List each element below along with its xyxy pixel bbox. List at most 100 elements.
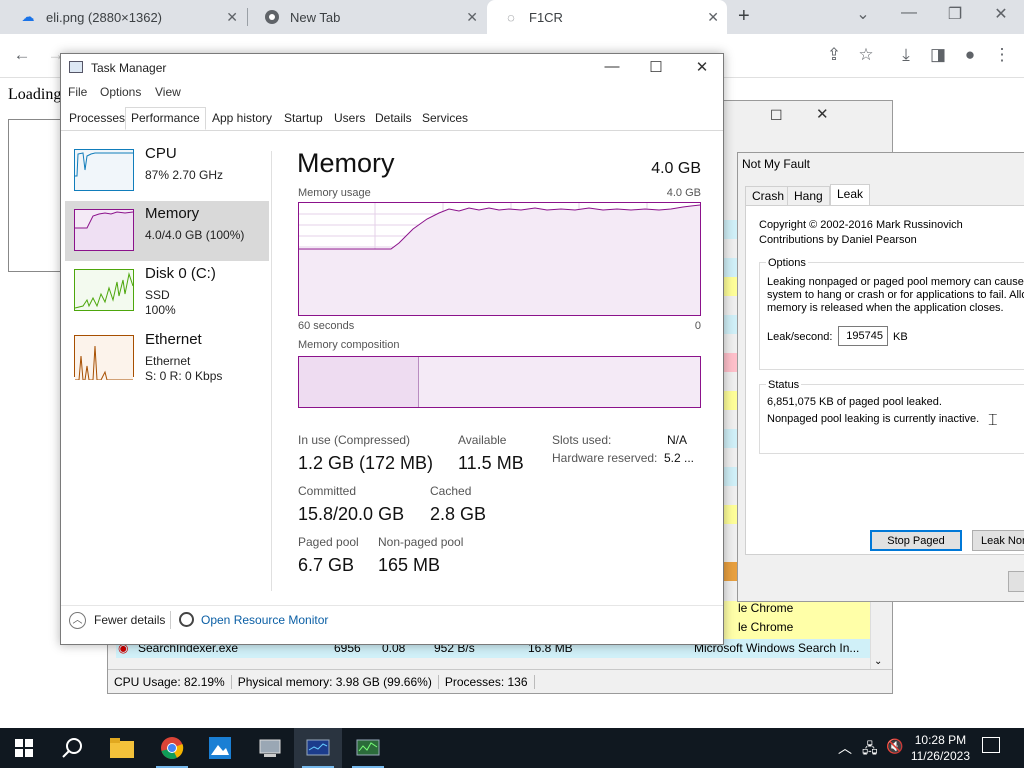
close-icon[interactable]: ✕ (226, 9, 238, 26)
sidebar-item-detail: 4.0/4.0 GB (100%) (145, 228, 245, 242)
sidebar-item-detail: SSD (145, 288, 170, 302)
close-icon[interactable]: ✕ (466, 9, 478, 26)
restore-icon[interactable]: ❐ (932, 4, 978, 24)
taskbar-file-explorer[interactable] (98, 728, 146, 768)
download-icon[interactable]: ⤓ (894, 45, 918, 65)
side-panel-icon[interactable]: ◨ (926, 45, 950, 65)
committed-label: Committed (298, 484, 357, 498)
stop-paged-button[interactable]: Stop Paged (870, 530, 962, 551)
tab-app-history[interactable]: App history (207, 108, 277, 130)
taskbar-chrome[interactable] (148, 728, 196, 768)
tab-details[interactable]: Details (370, 108, 417, 130)
menu-options[interactable]: Options (100, 85, 141, 99)
loading-icon: ◌ (507, 9, 515, 25)
search-button[interactable] (48, 728, 96, 768)
tab-processes[interactable]: Processes (64, 108, 130, 130)
memory-thumbnail-graph (74, 209, 134, 251)
minimize-icon[interactable]: — (886, 4, 932, 22)
memory-usage-max: 4.0 GB (666, 187, 701, 199)
start-button[interactable] (0, 728, 48, 768)
process-row[interactable]: le Chrome (724, 601, 870, 620)
share-icon[interactable]: ⇪ (822, 45, 846, 65)
process-description: le Chrome (738, 620, 794, 634)
maximize-icon[interactable]: ☐ (633, 58, 679, 76)
memory-usage-label: Memory usage (298, 187, 371, 199)
taskbar-photos[interactable] (196, 728, 244, 768)
process-explorer-icon (356, 739, 380, 756)
cpu-thumbnail-graph (74, 149, 134, 191)
scroll-down-icon[interactable]: ⌄ (874, 656, 882, 667)
tab-divider (61, 130, 723, 131)
fewer-details-link[interactable]: Fewer details (94, 613, 165, 627)
in-use-label: In use (Compressed) (298, 433, 411, 447)
paged-pool-label: Paged pool (298, 535, 359, 549)
browser-tab-strip: ☁ eli.png (2880×1362) ✕ New Tab ✕ ◌ F1CR… (0, 0, 1024, 34)
sidebar-item-detail: 100% (145, 303, 176, 317)
tab-services[interactable]: Services (417, 108, 473, 130)
task-manager-window: Task Manager — ☐ ✕ File Options View Pro… (60, 53, 724, 645)
notification-icon[interactable] (982, 737, 1000, 753)
profile-avatar-icon[interactable]: ● (958, 45, 982, 65)
available-value: 11.5 MB (458, 453, 524, 473)
leak-nonpaged-button[interactable]: Leak Non (972, 530, 1024, 551)
in-use-value: 1.2 GB (172 MB) (298, 453, 434, 473)
tab-hang[interactable]: Hang (787, 186, 830, 206)
network-icon[interactable]: 🖧 (862, 738, 878, 762)
sidebar-item-memory[interactable]: Memory 4.0/4.0 GB (100%) (65, 201, 269, 261)
status-nonpaged-text: Nonpaged pool leaking is currently inact… (767, 413, 980, 425)
photos-icon (209, 737, 231, 759)
task-manager-icon (69, 61, 83, 73)
clock-time: 10:28 PM (914, 733, 967, 747)
volume-muted-icon[interactable]: 🔇 (886, 738, 903, 755)
tab-leak[interactable]: Leak (830, 184, 871, 206)
browser-tab-eli-png[interactable]: ☁ eli.png (2880×1362) ✕ (4, 0, 246, 34)
hardware-reserved-label: Hardware reserved: (552, 451, 658, 465)
maximize-icon[interactable]: ☐ (770, 107, 783, 124)
process-row[interactable]: le Chrome (724, 620, 870, 639)
mouse-cursor-icon: ⌶ (988, 412, 998, 429)
menu-kebab-icon[interactable]: ⋮ (990, 45, 1014, 65)
open-resource-monitor-link[interactable]: Open Resource Monitor (201, 613, 328, 627)
sidebar-item-cpu[interactable]: CPU 87% 2.70 GHz (65, 141, 269, 201)
tab-startup[interactable]: Startup (279, 108, 328, 130)
memory-usage-graph (298, 202, 701, 316)
close-icon[interactable]: ✕ (816, 105, 829, 123)
leak-panel: Copyright © 2002-2016 Mark Russinovich C… (745, 205, 1024, 555)
status-bar: CPU Usage: 82.19% Physical memory: 3.98 … (108, 669, 892, 693)
browser-tab-new-tab[interactable]: New Tab ✕ (248, 0, 486, 34)
new-tab-button[interactable]: + (738, 5, 750, 28)
window-title: Task Manager (91, 61, 167, 75)
status-group-label: Status (766, 379, 802, 391)
menu-file[interactable]: File (68, 85, 87, 99)
sidebar-item-disk[interactable]: Disk 0 (C:) SSD 100% (65, 261, 269, 321)
leak-per-second-input[interactable] (838, 326, 888, 346)
taskbar-clock[interactable]: 10:28 PM 11/26/2023 (911, 732, 970, 764)
footer-divider (61, 605, 723, 606)
taskbar-task-manager[interactable] (294, 728, 342, 768)
bookmark-star-icon[interactable]: ☆ (854, 45, 878, 65)
paged-pool-value: 6.7 GB (298, 555, 355, 575)
options-group-label: Options (766, 257, 808, 269)
tab-performance[interactable]: Performance (125, 107, 206, 130)
taskbar-process-explorer[interactable] (344, 728, 392, 768)
page-title: Memory (297, 148, 395, 178)
menu-view[interactable]: View (155, 85, 181, 99)
sidebar-item-label: Ethernet (145, 331, 202, 348)
copyright-text: Copyright © 2002-2016 Mark Russinovich (759, 219, 963, 231)
browser-tab-f1cr[interactable]: ◌ F1CR ✕ (487, 0, 727, 34)
tab-crash[interactable]: Crash (745, 186, 792, 206)
minimize-icon[interactable]: — (589, 58, 635, 75)
exit-button[interactable] (1008, 571, 1024, 592)
sidebar-item-ethernet[interactable]: Ethernet Ethernet S: 0 R: 0 Kbps (65, 327, 269, 387)
close-window-icon[interactable]: ✕ (978, 4, 1024, 24)
tab-search-icon[interactable]: ⌄ (840, 4, 886, 24)
taskbar-remote-desktop[interactable] (246, 728, 294, 768)
tab-users[interactable]: Users (329, 108, 370, 130)
chevron-up-icon[interactable]: ︿ (69, 612, 86, 629)
sidebar-divider (271, 151, 272, 591)
back-arrow-icon[interactable]: ← (10, 45, 34, 65)
close-icon[interactable]: ✕ (679, 58, 725, 76)
footer-separator (170, 611, 171, 629)
chevron-up-icon[interactable]: ︿ (838, 738, 852, 758)
close-icon[interactable]: ✕ (707, 9, 719, 26)
